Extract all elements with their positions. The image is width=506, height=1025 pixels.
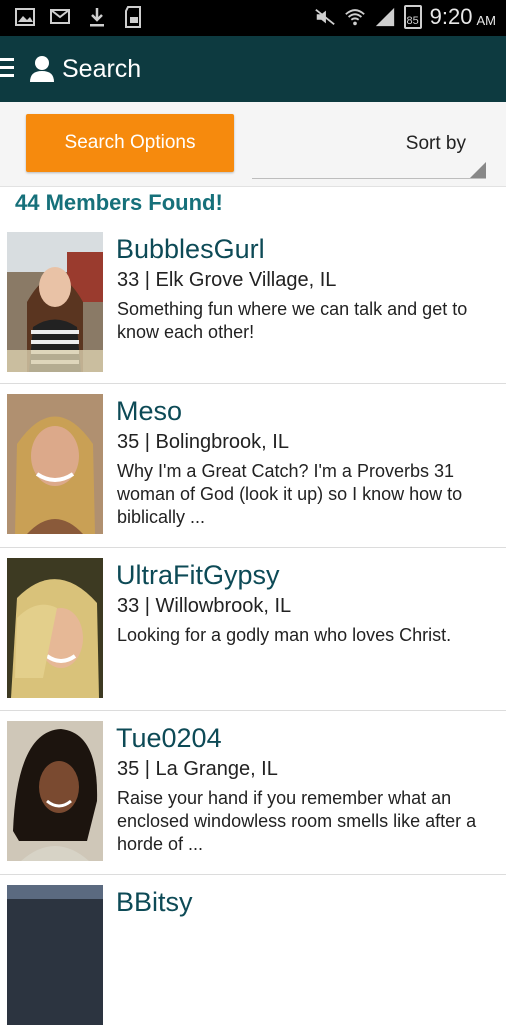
member-card[interactable]: BBitsy (0, 875, 506, 1025)
sort-by-dropdown[interactable]: Sort by (252, 120, 486, 179)
sd-card-icon (122, 6, 144, 28)
image-icon (14, 6, 36, 28)
member-photo[interactable] (7, 721, 103, 861)
signal-icon (374, 6, 396, 28)
app-bar: Search (0, 36, 506, 102)
clock-ampm: AM (476, 12, 497, 28)
member-photo[interactable] (7, 885, 103, 1025)
member-description: Why I'm a Great Catch? I'm a Proverbs 31… (117, 461, 463, 527)
member-name[interactable]: BBitsy (116, 887, 193, 918)
hamburger-menu-icon[interactable] (0, 58, 14, 80)
search-options-bar: Search Options Sort by (0, 102, 506, 187)
member-description: Raise your hand if you remember what an … (117, 788, 477, 854)
clock-time: 9:20 (429, 4, 473, 29)
battery-icon: 85 (403, 5, 422, 29)
member-card[interactable]: UltraFitGypsy 33 | Willowbrook, IL Looki… (0, 548, 506, 711)
member-location: 35 | La Grange, IL (117, 758, 278, 780)
system-icons: 85 9:20 AM (314, 4, 496, 30)
results-count: 44 Members Found! (15, 190, 223, 215)
page-title: Search (62, 55, 142, 83)
member-name[interactable]: UltraFitGypsy (116, 560, 280, 591)
member-name[interactable]: Tue0204 (116, 723, 222, 754)
search-options-button[interactable]: Search Options (26, 114, 234, 172)
member-name[interactable]: BubblesGurl (116, 234, 265, 265)
notification-icons (14, 6, 144, 28)
member-photo[interactable] (7, 558, 103, 698)
dropdown-caret-icon (470, 162, 486, 178)
user-icon (30, 55, 54, 83)
member-location: 35 | Bolingbrook, IL (117, 431, 289, 453)
status-bar: 85 9:20 AM (0, 0, 506, 36)
member-card[interactable]: Meso 35 | Bolingbrook, IL Why I'm a Grea… (0, 384, 506, 548)
wifi-icon (344, 6, 366, 28)
download-icon (86, 6, 108, 28)
member-location: 33 | Elk Grove Village, IL (117, 269, 337, 291)
member-location: 33 | Willowbrook, IL (117, 595, 292, 617)
member-description: Something fun where we can talk and get … (117, 299, 468, 342)
member-card[interactable]: Tue0204 35 | La Grange, IL Raise your ha… (0, 711, 506, 875)
sort-by-label: Sort by (405, 133, 466, 154)
member-list: BubblesGurl 33 | Elk Grove Village, IL S… (0, 222, 506, 1025)
member-card[interactable]: BubblesGurl 33 | Elk Grove Village, IL S… (0, 222, 506, 384)
member-photo[interactable] (7, 232, 103, 372)
member-name[interactable]: Meso (116, 396, 182, 427)
member-photo[interactable] (7, 394, 103, 534)
member-description: Looking for a godly man who loves Christ… (117, 625, 452, 645)
mute-icon (314, 6, 336, 28)
mail-icon (50, 6, 72, 28)
